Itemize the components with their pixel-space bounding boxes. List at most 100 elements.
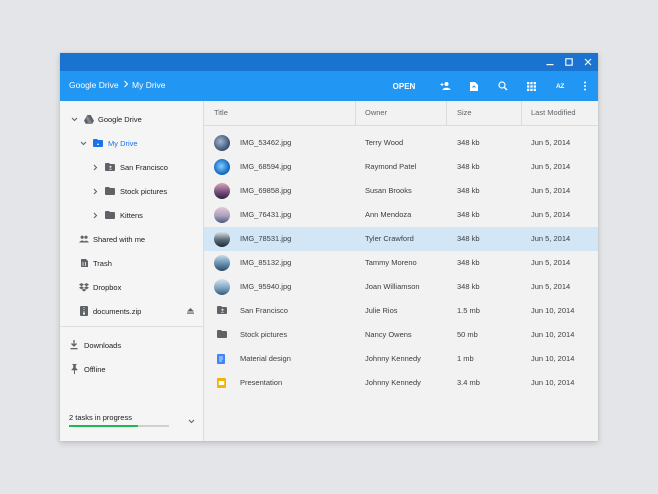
sidebar-item-label: My Drive (108, 138, 138, 148)
sidebar-item-documents-zip[interactable]: documents.zip (60, 300, 203, 322)
move-to-drive-button[interactable] (467, 79, 481, 93)
open-button[interactable]: OPEN (392, 79, 416, 93)
chevron-right-icon[interactable] (91, 163, 99, 171)
zip-archive-icon (79, 306, 89, 316)
sort-button[interactable]: AZ (553, 79, 567, 93)
file-owner: Johnny Kennedy (365, 354, 421, 363)
more-vert-icon (584, 81, 586, 91)
my-drive-folder-icon (93, 138, 103, 148)
table-row[interactable]: IMG_68594.jpg Raymond Patel 348 kb Jun 5, 2… (204, 155, 598, 179)
file-name: IMG_69858.jpg (240, 186, 292, 195)
table-row[interactable]: Presentation Johnny Kennedy 3.4 mb Jun 10, … (204, 371, 598, 395)
more-options-button[interactable] (580, 79, 590, 93)
tasks-label: 2 tasks in progress (69, 413, 132, 422)
chevron-right-icon[interactable] (91, 187, 99, 195)
table-row[interactable]: IMG_69858.jpg Susan Brooks 348 kb Jun 5, 20… (204, 179, 598, 203)
file-name: IMG_95940.jpg (240, 282, 292, 291)
trash-icon (79, 258, 89, 268)
file-owner: Terry Wood (365, 138, 404, 147)
chevron-down-icon[interactable] (79, 139, 87, 147)
file-owner: Julie Rios (365, 306, 398, 315)
file-owner: Joan Williamson (365, 282, 420, 291)
file-owner: Tyler Crawford (365, 234, 414, 243)
tasks-progress-panel[interactable]: 2 tasks in progress (60, 403, 203, 439)
minimize-icon (546, 64, 554, 66)
pin-icon (69, 364, 79, 374)
column-divider[interactable] (355, 101, 356, 125)
image-thumbnail (214, 183, 230, 199)
chevron-down-icon[interactable] (188, 411, 195, 429)
table-row[interactable]: Material design Johnny Kennedy 1 mb Jun 10,… (204, 347, 598, 371)
column-divider[interactable] (446, 101, 447, 125)
chevron-right-icon[interactable] (91, 211, 99, 219)
sidebar-item-trash[interactable]: Trash (60, 252, 203, 274)
minimize-button[interactable] (541, 53, 559, 71)
column-header-last-modified[interactable]: Last Modified (531, 101, 576, 125)
share-button[interactable] (438, 79, 452, 93)
file-size: 50 mb (457, 330, 478, 339)
file-owner: Nancy Owens (365, 330, 412, 339)
file-modified: Jun 5, 2014 (531, 234, 571, 243)
eject-icon[interactable] (185, 306, 195, 316)
column-divider[interactable] (521, 101, 522, 125)
table-row[interactable]: IMG_78531.jpg Tyler Crawford 348 kb Jun 5, … (204, 227, 598, 251)
file-name: IMG_76431.jpg (240, 210, 292, 219)
sidebar-item-dropbox[interactable]: Dropbox (60, 276, 203, 298)
search-icon (498, 81, 508, 91)
file-size: 348 kb (457, 234, 480, 243)
sidebar-item-san-francisco[interactable]: San Francisco (60, 156, 203, 178)
column-header-size[interactable]: Size (457, 101, 472, 125)
file-size: 348 kb (457, 210, 480, 219)
table-row[interactable]: IMG_53462.jpg Terry Wood 348 kb Jun 5, 2014 (204, 131, 598, 155)
dropbox-icon (79, 282, 89, 292)
table-row[interactable]: IMG_85132.jpg Tammy Moreno 348 kb Jun 5, 20… (204, 251, 598, 275)
sidebar-item-my-drive[interactable]: My Drive (60, 132, 203, 154)
add-person-icon (440, 82, 450, 90)
sidebar-item-label: Stock pictures (120, 186, 168, 196)
file-size: 348 kb (457, 138, 480, 147)
sidebar-item-google-drive[interactable]: Google Drive (60, 108, 203, 130)
sidebar-item-label: Kittens (120, 210, 143, 220)
file-owner: Tammy Moreno (365, 258, 417, 267)
file-size: 348 kb (457, 162, 480, 171)
table-row[interactable]: IMG_95940.jpg Joan Williamson 348 kb Jun 5,… (204, 275, 598, 299)
sidebar-item-offline[interactable]: Offline (60, 358, 203, 380)
sidebar-item-stock-pictures[interactable]: Stock pictures (60, 180, 203, 202)
file-name: Stock pictures (240, 330, 288, 339)
sidebar-item-label: San Francisco (120, 162, 168, 172)
sort-label: AZ (555, 82, 565, 90)
folder-icon (217, 330, 227, 340)
grid-view-button[interactable] (524, 79, 538, 93)
tasks-progress-fill (69, 425, 138, 427)
file-name: Material design (240, 354, 291, 363)
column-header-title[interactable]: Title (214, 101, 228, 125)
maximize-button[interactable] (560, 53, 578, 71)
file-name: IMG_68594.jpg (240, 162, 292, 171)
table-row[interactable]: Stock pictures Nancy Owens 50 mb Jun 10, 20… (204, 323, 598, 347)
files-app-window: Google Drive My Drive OPEN AZ Google Dri… (60, 53, 598, 441)
close-button[interactable] (579, 53, 597, 71)
sidebar-item-shared-with-me[interactable]: Shared with me (60, 228, 203, 250)
file-owner: Susan Brooks (365, 186, 412, 195)
breadcrumb-root[interactable]: Google Drive (69, 80, 119, 90)
file-modified: Jun 5, 2014 (531, 186, 571, 195)
shared-folder-icon (217, 306, 227, 316)
table-row[interactable]: San Francisco Julie Rios 1.5 mb Jun 10, 201… (204, 299, 598, 323)
chevron-down-icon[interactable] (70, 115, 78, 123)
file-name: IMG_85132.jpg (240, 258, 292, 267)
sidebar-item-kittens[interactable]: Kittens (60, 204, 203, 226)
file-modified: Jun 10, 2014 (531, 330, 575, 339)
docs-icon (217, 354, 227, 364)
breadcrumb-current[interactable]: My Drive (132, 80, 166, 90)
sidebar-item-label: Dropbox (93, 282, 122, 292)
folder-icon (105, 210, 115, 220)
table-row[interactable]: IMG_76431.jpg Ann Mendoza 348 kb Jun 5, 201… (204, 203, 598, 227)
sidebar-item-label: Google Drive (98, 114, 142, 124)
search-button[interactable] (496, 79, 510, 93)
sidebar-item-downloads[interactable]: Downloads (60, 334, 203, 356)
toolbar: Google Drive My Drive OPEN AZ (60, 71, 598, 101)
file-name: Presentation (240, 378, 283, 387)
file-size: 1 mb (457, 354, 474, 363)
grid-view-icon (526, 81, 536, 91)
column-header-owner[interactable]: Owner (365, 101, 387, 125)
